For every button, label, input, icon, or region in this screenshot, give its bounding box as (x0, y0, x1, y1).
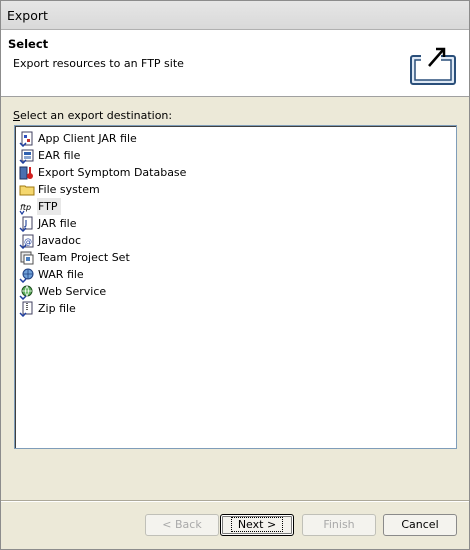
ftp-icon: ftp (19, 203, 31, 215)
jar-file-icon (19, 216, 33, 232)
symptom-database-icon (19, 166, 33, 179)
button-bar-separator (1, 500, 469, 502)
list-item-label: Export Symptom Database (38, 166, 187, 179)
list-item-label: File system (38, 183, 100, 196)
list-item-label: FTP (37, 198, 61, 215)
list-item-app-client-jar[interactable]: App Client JAR file (19, 130, 140, 147)
ear-file-icon (19, 149, 34, 164)
list-item-label: App Client JAR file (38, 132, 137, 145)
zip-file-icon (19, 301, 33, 317)
export-wizard-icon (410, 47, 456, 85)
list-item-ftp[interactable]: ftp FTP (19, 198, 61, 215)
javadoc-icon: @ (19, 234, 34, 249)
list-item-label: Javadoc (38, 234, 81, 247)
list-item-zip-file[interactable]: Zip file (19, 300, 79, 317)
svg-text:@: @ (24, 237, 32, 246)
list-item-war-file[interactable]: WAR file (19, 266, 87, 283)
list-item-javadoc[interactable]: @ Javadoc (19, 232, 84, 249)
list-item-export-symptom-database[interactable]: Export Symptom Database (19, 164, 189, 181)
list-item-label: WAR file (38, 268, 84, 281)
list-item-label: Team Project Set (38, 251, 130, 264)
wizard-banner: Select Export resources to an FTP site (1, 30, 469, 97)
web-service-icon (19, 285, 33, 300)
list-item-ear-file[interactable]: EAR file (19, 147, 83, 164)
cancel-button[interactable]: Cancel (383, 514, 457, 536)
back-button[interactable]: < Back (145, 514, 219, 536)
export-destination-list[interactable]: App Client JAR file EAR file Export Symp… (14, 125, 457, 449)
page-heading: Select (8, 37, 49, 51)
export-dialog: Export Select Export resources to an FTP… (0, 0, 470, 550)
list-item-label: Zip file (38, 302, 76, 315)
svg-text:ftp: ftp (20, 203, 31, 212)
title-bar[interactable]: Export (1, 1, 469, 30)
list-item-label: JAR file (38, 217, 77, 230)
window-title: Export (7, 8, 48, 23)
list-item-jar-file[interactable]: JAR file (19, 215, 79, 232)
finish-button[interactable]: Finish (302, 514, 376, 536)
list-item-team-project-set[interactable]: Team Project Set (19, 249, 133, 266)
list-item-file-system[interactable]: File system (19, 181, 103, 198)
page-description: Export resources to an FTP site (13, 57, 184, 70)
list-item-label: Web Service (38, 285, 107, 298)
war-file-icon (19, 268, 34, 283)
next-button[interactable]: Next > (220, 514, 294, 536)
team-project-set-icon (20, 251, 34, 264)
list-item-web-service[interactable]: Web Service (19, 283, 109, 300)
app-client-jar-icon (19, 131, 33, 147)
list-item-label: EAR file (38, 149, 81, 162)
folder-icon (19, 185, 35, 195)
destination-list-label: Select an export destination: (13, 109, 173, 122)
